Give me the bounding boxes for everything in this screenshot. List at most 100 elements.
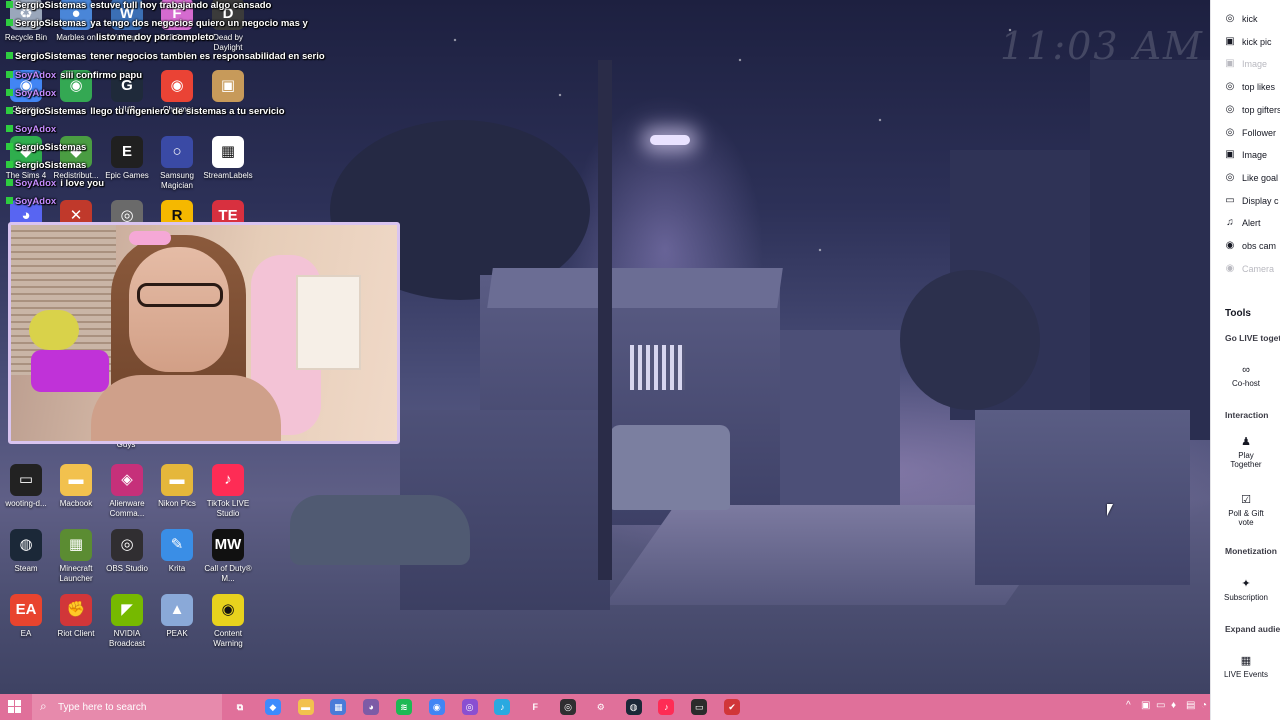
taskbar-search[interactable]: ⌕	[32, 694, 222, 720]
chat-badge-icon	[6, 161, 13, 168]
folder-icon: ▬	[60, 464, 92, 496]
source-list-item-label: Image	[1242, 59, 1268, 70]
desktop-icon[interactable]: ▣	[202, 70, 254, 105]
desktop-icon[interactable]: ◤ NVIDIA Broadcast	[101, 594, 153, 649]
spotify-icon[interactable]: ≋	[396, 699, 412, 715]
desktop-icon-label: Alienware Comma...	[109, 499, 145, 518]
chat-badge-icon	[6, 125, 13, 132]
chat-username: SergioSistemas	[15, 0, 87, 11]
subscription-button[interactable]: ✦ Subscription	[1211, 578, 1280, 602]
desktop-icon[interactable]: ▭ wooting-d...	[0, 464, 52, 509]
app-icon[interactable]: ♪	[494, 699, 511, 715]
source-list-item-label: kick	[1242, 14, 1258, 24]
source-list-item[interactable]: ◎ Like goal	[1211, 168, 1280, 188]
webcam-streamer-face	[129, 247, 229, 372]
camera-icon: ◉	[1225, 262, 1235, 274]
desktop-icon[interactable]: MW Call of Duty® M...	[202, 529, 254, 584]
system-tray-icon[interactable]: ▣	[1141, 700, 1150, 711]
source-list-item[interactable]: ◎ kick	[1211, 9, 1280, 29]
app-icon[interactable]: ◎	[461, 699, 478, 715]
desktop-icon[interactable]: E Epic Games	[101, 136, 153, 181]
poll-gift-vote-button[interactable]: ☑ Poll & Gift vote	[1211, 494, 1280, 527]
tiktok-live-icon[interactable]: ♪	[658, 699, 675, 715]
system-tray-icon[interactable]: ▭	[1156, 700, 1165, 711]
chat-username: SoyAdox	[15, 196, 57, 207]
app-icon[interactable]: ◆	[264, 699, 281, 715]
minecraft-icon: ▦	[60, 529, 92, 561]
chat-message: SoyAdox i love you	[6, 178, 104, 190]
taskbar-search-input[interactable]	[58, 698, 218, 716]
desktop-icon[interactable]: ◈ Alienware Comma...	[101, 464, 153, 519]
obs-icon[interactable]: ◎	[560, 699, 576, 715]
source-list-item[interactable]: ◉ Camera	[1211, 259, 1280, 279]
tiktok-live-icon: ♪	[212, 464, 244, 496]
desktop-icon[interactable]: ▲ PEAK	[151, 594, 203, 639]
bell-icon: ♫	[1226, 217, 1234, 229]
chat-username: SoyAdox	[15, 70, 57, 81]
system-tray-icon[interactable]: ◔	[1201, 700, 1207, 711]
system-tray-icon[interactable]: ^	[1126, 700, 1131, 711]
desktop-icon-label: Macbook	[59, 499, 93, 508]
desktop-icon[interactable]: ◉ Content Warning	[202, 594, 254, 649]
settings-icon[interactable]: ⚙	[592, 699, 609, 715]
start-button[interactable]	[8, 700, 22, 714]
desktop-icon-label: EA	[20, 629, 32, 638]
desktop-icon[interactable]: ◍ Steam	[0, 529, 52, 574]
chrome-icon[interactable]: ◉	[428, 699, 445, 715]
store-icon[interactable]: ▦	[330, 699, 347, 715]
folder-icon: ▬	[161, 464, 193, 496]
desktop-icon[interactable]: ▬ Nikon Pics	[151, 464, 203, 509]
desktop-icon[interactable]: ✎ Krita	[151, 529, 203, 574]
desktop-icon-label: Marbles on	[56, 33, 96, 42]
desktop-icon-label: OBS Studio	[106, 564, 148, 573]
desktop-icon[interactable]: ▦ StreamLabels	[202, 136, 254, 181]
source-list-item[interactable]: ◎ top likes	[1211, 77, 1280, 97]
source-list-item[interactable]: ◉ obs cam	[1211, 236, 1280, 256]
cohost-button[interactable]: ∞ Co-host	[1211, 364, 1280, 388]
chat-badge-icon	[6, 1, 13, 8]
expand-audience-heading: Expand audience	[1225, 624, 1280, 634]
source-list-item[interactable]: ▣ Image	[1211, 54, 1280, 74]
app-icon[interactable]: ◕	[363, 699, 380, 715]
source-list-item-label: Like goal	[1242, 172, 1279, 183]
steam-icon[interactable]: ◍	[625, 699, 642, 715]
desktop-icon[interactable]: ▬ Macbook	[50, 464, 102, 509]
system-tray-icon[interactable]: ▤	[1186, 700, 1195, 711]
desktop-icon[interactable]: ✊ Riot Client	[50, 594, 102, 639]
desktop-icon[interactable]: ○ Samsung Magician	[151, 136, 203, 191]
search-icon: ⌕	[40, 699, 47, 713]
wallpaper-tree	[900, 270, 1040, 410]
source-list-item[interactable]: ◎ Follower	[1211, 123, 1280, 143]
desktop-icon[interactable]: ♪ TikTok LIVE Studio	[202, 464, 254, 519]
desktop-icon[interactable]: ◎ OBS Studio	[101, 529, 153, 574]
desktop-icon-label: Minecraft Launcher	[59, 564, 93, 583]
epic-games-icon: E	[111, 136, 143, 168]
play-together-button[interactable]: ♟ Play Together	[1211, 436, 1280, 469]
source-list-item[interactable]: ▭ Display c	[1211, 191, 1280, 211]
image-icon: ▣	[1225, 35, 1235, 47]
chat-username: SergioSistemas	[15, 18, 87, 29]
chat-message-text: tener negocios tambien es responsabilida…	[90, 51, 325, 62]
app-icon[interactable]: ▭	[691, 699, 708, 715]
system-tray-icon[interactable]: ♦	[1171, 700, 1176, 711]
chat-username: SergioSistemas	[15, 51, 87, 62]
source-list-item[interactable]: ♫ Alert	[1211, 213, 1280, 233]
live-events-button[interactable]: ▦ LIVE Events	[1211, 655, 1280, 679]
task-view-icon[interactable]: ⧉	[232, 699, 248, 715]
source-list-item[interactable]: ◎ top gifters	[1211, 100, 1280, 120]
desktop-icon-label: Call of Duty® M...	[204, 564, 252, 583]
source-list-item[interactable]: ▣ Image	[1211, 145, 1280, 165]
desktop-icon-label: wooting-d...	[5, 499, 47, 508]
chat-message: SergioSistemas llego tu ingeniero de sist…	[6, 106, 285, 118]
desktop-icon[interactable]: ▦ Minecraft Launcher	[50, 529, 102, 584]
poll-icon: ☑	[1241, 494, 1251, 506]
peak-icon: ▲	[161, 594, 193, 626]
file-explorer-icon[interactable]: ▬	[297, 699, 314, 715]
app-icon[interactable]: ✔	[724, 699, 740, 715]
source-list-item[interactable]: ▣ kick pic	[1211, 32, 1280, 52]
chat-message: SergioSistemas ya tengo dos negocios quie…	[6, 18, 308, 30]
monitor-icon: ▭	[1225, 194, 1235, 206]
app-icon[interactable]: F	[527, 699, 544, 715]
windows-taskbar: ⌕ ⧉ ◆ ▬ ▦ ◕ ≋ ◉ ◎ ♪ F ◎ ⚙ ◍ ♪ ▭ ✔ ^ ▣ ▭ ♦ ▤ ◔	[0, 694, 1210, 720]
desktop-icon[interactable]: EA EA	[0, 594, 52, 639]
